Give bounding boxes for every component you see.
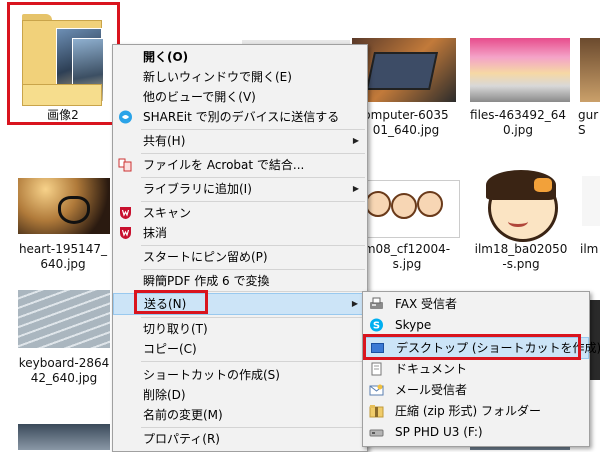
menu-item-label: ライブラリに追加(I) xyxy=(143,182,252,196)
file-name: ilm18_ba02050 -s.png xyxy=(474,242,568,271)
file-thumb-heart[interactable] xyxy=(18,178,110,234)
acrobat-icon xyxy=(118,158,133,172)
zip-folder-icon xyxy=(369,404,384,418)
file-thumb-row4-a[interactable] xyxy=(18,424,110,450)
menu-item-label: プロパティ(R) xyxy=(143,432,220,446)
menu-item-label: 圧縮 (zip 形式) フォルダー xyxy=(395,404,542,418)
file-thumb-smiley[interactable] xyxy=(482,168,558,242)
svg-text:S: S xyxy=(373,321,380,332)
send-to-submenu: FAX 受信者 S Skype デスクトップ (ショートカットを作成) ドキュメ… xyxy=(362,291,600,447)
menu-item-label: 切り取り(T) xyxy=(143,322,208,336)
mcafee-shield-icon xyxy=(118,206,133,220)
menu-item-label: 瞬簡PDF 作成 6 で変換 xyxy=(143,274,270,288)
menu-item-scan[interactable]: スキャン xyxy=(113,203,367,223)
file-thumb-illustration[interactable] xyxy=(354,180,460,238)
shareit-icon xyxy=(118,110,133,124)
submenu-arrow-icon: ▶ xyxy=(352,136,359,145)
file-name: files-463492_64 0.jpg xyxy=(470,108,566,137)
documents-icon xyxy=(369,362,384,376)
menu-item-label: 共有(H) xyxy=(143,134,186,148)
file-name: omputer-6035 01_640.jpg xyxy=(363,108,449,137)
submenu-arrow-icon: ▶ xyxy=(352,184,359,193)
menu-separator xyxy=(141,245,365,246)
drive-icon xyxy=(369,425,384,439)
context-menu: 開く(O) 新しいウィンドウで開く(E) 他のビューで開く(V) SHAREit… xyxy=(112,44,368,452)
menu-item-shareit[interactable]: SHAREit で別のデバイスに送信する xyxy=(113,107,367,127)
menu-separator xyxy=(141,129,365,130)
menu-item-label: ショートカットの作成(S) xyxy=(143,368,280,382)
menu-separator xyxy=(141,153,365,154)
menu-item-pin-to-start[interactable]: スタートにピン留め(P) xyxy=(113,247,367,267)
menu-item-label: FAX 受信者 xyxy=(395,297,458,311)
menu-item-label: 抹消 xyxy=(143,226,168,240)
menu-separator xyxy=(141,361,365,362)
send-to-fax[interactable]: FAX 受信者 xyxy=(363,294,589,314)
desktop-item-highlight-box xyxy=(363,334,581,360)
menu-separator xyxy=(141,201,365,202)
menu-item-acrobat-combine[interactable]: ファイルを Acrobat で結合... xyxy=(113,155,367,175)
menu-separator xyxy=(141,177,365,178)
menu-item-open-other-view[interactable]: 他のビューで開く(V) xyxy=(113,87,367,107)
send-to-zip-folder[interactable]: 圧縮 (zip 形式) フォルダー xyxy=(363,401,589,421)
menu-item-open-new-window[interactable]: 新しいウィンドウで開く(E) xyxy=(113,67,367,87)
send-to-highlight-box xyxy=(134,290,208,314)
menu-item-shred[interactable]: 抹消 xyxy=(113,223,367,243)
send-to-mail[interactable]: メール受信者 xyxy=(363,380,589,400)
menu-separator xyxy=(141,269,365,270)
file-name: keyboard-2864 42_640.jpg xyxy=(18,356,110,385)
menu-item-label: 名前の変更(M) xyxy=(143,408,223,422)
menu-item-label: ドキュメント xyxy=(395,362,468,376)
menu-item-copy[interactable]: コピー(C) xyxy=(113,339,367,359)
skype-icon: S xyxy=(369,318,384,332)
file-thumb-ilm[interactable] xyxy=(582,176,600,226)
menu-item-label: メール受信者 xyxy=(395,383,468,397)
submenu-arrow-icon: ▶ xyxy=(351,299,358,308)
file-thumb-files[interactable] xyxy=(470,38,570,102)
menu-item-label: スタートにピン留め(P) xyxy=(143,250,268,264)
menu-item-create-shortcut[interactable]: ショートカットの作成(S) xyxy=(113,365,367,385)
send-to-documents[interactable]: ドキュメント xyxy=(363,359,589,379)
menu-item-label: SHAREit で別のデバイスに送信する xyxy=(143,110,340,124)
menu-item-properties[interactable]: プロパティ(R) xyxy=(113,429,367,449)
file-thumb-keyboard[interactable] xyxy=(18,290,110,348)
file-thumb-gur[interactable] xyxy=(580,38,600,102)
menu-item-label: 新しいウィンドウで開く(E) xyxy=(143,70,292,84)
file-name: heart-195147_ 640.jpg xyxy=(18,242,108,271)
menu-item-open[interactable]: 開く(O) xyxy=(113,47,367,67)
mail-icon xyxy=(369,383,384,397)
menu-item-label: 削除(D) xyxy=(143,388,186,402)
menu-item-add-to-library[interactable]: ライブラリに追加(I) ▶ xyxy=(113,179,367,199)
menu-item-label: スキャン xyxy=(143,206,192,220)
menu-item-label: Skype xyxy=(395,318,432,332)
menu-separator xyxy=(141,317,365,318)
file-name: m08_cf12004- s.jpg xyxy=(363,242,451,271)
menu-item-cut[interactable]: 切り取り(T) xyxy=(113,319,367,339)
send-to-skype[interactable]: S Skype xyxy=(363,315,589,335)
menu-item-label: SP PHD U3 (F:) xyxy=(395,425,483,439)
menu-item-label: ファイルを Acrobat で結合... xyxy=(143,158,305,172)
menu-item-label: コピー(C) xyxy=(143,342,197,356)
file-name: gur S xyxy=(578,108,599,137)
menu-item-delete[interactable]: 削除(D) xyxy=(113,385,367,405)
send-to-drive-f[interactable]: SP PHD U3 (F:) xyxy=(363,422,589,442)
menu-item-share[interactable]: 共有(H) ▶ xyxy=(113,131,367,151)
menu-item-label: 開く(O) xyxy=(143,50,189,64)
folder-highlight-box xyxy=(7,2,120,125)
menu-separator xyxy=(141,427,365,428)
fax-icon xyxy=(369,297,384,311)
file-name: ilm xyxy=(580,242,599,256)
menu-item-label: 他のビューで開く(V) xyxy=(143,90,256,104)
menu-item-rename[interactable]: 名前の変更(M) xyxy=(113,405,367,425)
menu-item-pdf-convert[interactable]: 瞬簡PDF 作成 6 で変換 xyxy=(113,271,367,291)
mcafee-shield-icon xyxy=(118,226,133,240)
